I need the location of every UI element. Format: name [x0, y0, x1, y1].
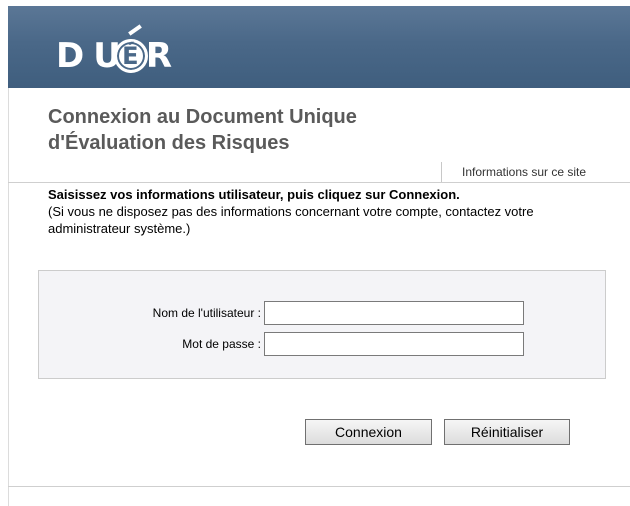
top-divider — [8, 182, 630, 183]
username-label: Nom de l'utilisateur : — [152, 306, 261, 320]
bottom-divider — [8, 486, 630, 487]
username-input[interactable] — [264, 301, 524, 325]
logo-e-circle-icon: É — [113, 24, 148, 73]
password-label: Mot de passe : — [182, 337, 261, 351]
password-row: Mot de passe : — [39, 332, 605, 356]
login-form: Nom de l'utilisateur : Mot de passe : — [38, 270, 606, 379]
left-divider — [8, 88, 9, 506]
site-header: D U É R — [8, 6, 630, 88]
page-title-line-1: Connexion au Document Unique — [48, 106, 357, 128]
logo-acute-accent-icon — [127, 24, 142, 36]
logo-letter-e: É — [122, 42, 140, 70]
instructions-note: (Si vous ne disposez pas des information… — [48, 204, 534, 236]
username-row: Nom de l'utilisateur : — [39, 301, 605, 325]
logo-letter-d: D — [56, 36, 86, 76]
page-title-line-2: d'Évaluation des Risques — [48, 132, 290, 154]
site-info-link[interactable]: Informations sur ce site — [441, 162, 586, 182]
password-input[interactable] — [264, 332, 524, 356]
page-title: Connexion au Document Unique d'Évaluatio… — [48, 104, 468, 156]
login-instructions: Saisissez vos informations utilisateur, … — [48, 186, 618, 237]
duer-logo: D U É R — [56, 24, 174, 80]
reset-button[interactable]: Réinitialiser — [444, 419, 570, 445]
connect-button[interactable]: Connexion — [305, 419, 432, 445]
logo-letter-r: R — [145, 36, 174, 76]
instructions-main: Saisissez vos informations utilisateur, … — [48, 187, 460, 202]
